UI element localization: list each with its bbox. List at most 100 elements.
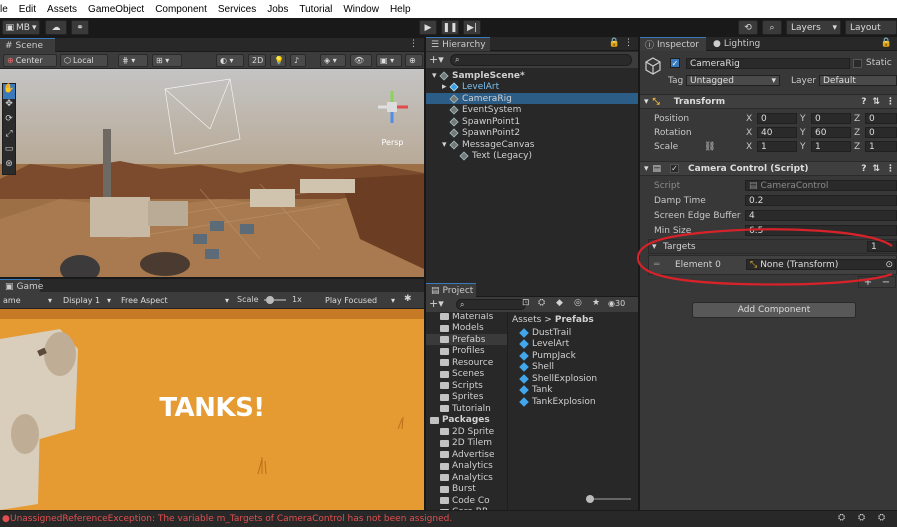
asset-item[interactable]: ShellExplosion [519, 373, 597, 384]
help-icon[interactable]: ? [861, 164, 866, 174]
package-item[interactable]: Burst [426, 484, 507, 495]
account-dropdown[interactable]: ▣ MB ▾ [2, 20, 40, 35]
scene-view[interactable]: ✋ ✥ ⟳ ⤢ ▭ ⊛ Persp [0, 69, 424, 277]
package-item[interactable]: Code Co [426, 495, 507, 506]
lighting-toggle[interactable]: 💡 [270, 54, 286, 67]
project-folder-item[interactable]: Tutorialn [426, 403, 507, 414]
help-icon[interactable]: ? [861, 97, 866, 107]
zoom-slider-thumb[interactable] [586, 495, 594, 503]
transform-rotation-x-field[interactable]: 40 [757, 127, 797, 138]
transform-rotation-y-field[interactable]: 60 [811, 127, 851, 138]
transform-position-x-field[interactable]: 0 [757, 113, 797, 124]
hierarchy-item[interactable]: Text (Legacy) [426, 151, 638, 162]
more-icon[interactable]: ⋮ [886, 164, 895, 174]
active-checkbox[interactable]: ✓ [670, 58, 680, 68]
cloud-button[interactable]: ☁ [45, 20, 67, 35]
package-item[interactable]: 2D Sprite [426, 426, 507, 437]
tab-project[interactable]: ▤ Project [426, 283, 476, 297]
project-search-input[interactable]: ⌕ [456, 299, 526, 310]
menu-edit[interactable]: Edit [19, 4, 36, 15]
visibility-icon[interactable]: ◎ [574, 298, 582, 308]
package-item[interactable]: Advertise [426, 449, 507, 460]
audio-toggle[interactable]: ♪ [290, 54, 306, 67]
transform-scale-x-field[interactable]: 1 [757, 141, 797, 152]
hierarchy-item[interactable]: SpawnPoint1 [426, 116, 638, 127]
hidden-count[interactable]: ◉30 [608, 299, 625, 308]
package-item[interactable]: 2D Tilem [426, 438, 507, 449]
project-folder-item[interactable]: Profiles [426, 346, 507, 357]
draw-mode-button[interactable]: ◐ ▾ [216, 54, 244, 67]
more-icon[interactable]: ⋮ [624, 38, 633, 48]
menu-window[interactable]: Window [343, 4, 379, 15]
tag-dropdown[interactable]: Untagged ▾ [686, 75, 780, 86]
project-folder-item[interactable]: Materials [426, 313, 507, 322]
menu-component[interactable]: Component [155, 4, 207, 15]
favorite-star-icon[interactable]: ★ [592, 298, 600, 308]
tab-game[interactable]: ▣ Game [0, 279, 43, 293]
asset-item[interactable]: Shell [519, 362, 554, 373]
asset-item[interactable]: DustTrail [519, 327, 571, 338]
search-by-label-icon[interactable]: ⛭ [538, 298, 545, 308]
project-folder-item[interactable]: Scripts [426, 380, 507, 391]
bug-report-icon[interactable]: ⛭ [838, 513, 845, 523]
screen-edge-buffer-field[interactable]: 4 [745, 210, 897, 221]
transform-scale-y-field[interactable]: 1 [811, 141, 851, 152]
lock-icon[interactable]: 🔒 [609, 38, 620, 48]
preset-icon[interactable]: ⇅ [872, 164, 880, 174]
project-folder-item[interactable]: Models [426, 323, 507, 334]
project-folder-item[interactable]: Sprites [426, 392, 507, 403]
hand-tool-icon[interactable]: ✋ [3, 84, 15, 99]
package-item[interactable]: Analytics [426, 461, 507, 472]
pivot-dropdown[interactable]: ⊕ Center [3, 54, 57, 67]
add-component-button[interactable]: Add Component [692, 302, 856, 318]
tab-hierarchy[interactable]: ☰ Hierarchy [426, 37, 490, 51]
damp-time-field[interactable]: 0.2 [745, 195, 897, 206]
menu-file[interactable]: le [0, 4, 8, 15]
move-tool-icon[interactable]: ✥ [3, 99, 15, 114]
step-button[interactable]: ▶| [463, 20, 481, 35]
scale-tool-icon[interactable]: ⤢ [3, 129, 15, 144]
transform-position-z-field[interactable]: 0 [865, 113, 897, 124]
layers-dropdown[interactable]: Layers ▾ [786, 20, 841, 35]
pause-button[interactable]: ❚❚ [441, 20, 459, 35]
asset-item[interactable]: LevelArt [519, 339, 569, 350]
more-icon[interactable]: ⋮ [409, 39, 418, 49]
projection-label[interactable]: Persp [370, 138, 415, 147]
breadcrumb-assets[interactable]: Assets [512, 315, 541, 325]
package-item[interactable]: Analytics [426, 472, 507, 483]
camera-control-component-header[interactable]: ▾ ▤ ✓ Camera Control (Script) ? ⇅ ⋮ [640, 161, 897, 176]
game-view[interactable]: TANKS! [0, 309, 424, 510]
bug-icon[interactable]: ✱ [404, 294, 412, 304]
menu-assets[interactable]: Assets [47, 4, 77, 15]
transform-tool-icon[interactable]: ⊛ [3, 159, 15, 174]
aspect-dropdown[interactable]: Free Aspect ▾ [118, 294, 232, 307]
hierarchy-item[interactable]: EventSystem [426, 105, 638, 116]
hierarchy-search-input[interactable]: ⌕ [450, 54, 632, 66]
orientation-gizmo[interactable]: Persp [370, 87, 415, 147]
rect-tool-icon[interactable]: ▭ [3, 144, 15, 159]
collab-button[interactable]: ⚭ [71, 20, 89, 35]
asset-item[interactable]: PumpJack [519, 350, 576, 361]
hierarchy-item[interactable]: ▸ LevelArt [426, 82, 638, 93]
scale-slider-thumb[interactable] [266, 296, 274, 304]
grid-snap-button[interactable]: ⋕ ▾ [118, 54, 148, 67]
camera-dropdown[interactable]: ▣ ▾ [376, 54, 402, 67]
menu-tutorial[interactable]: Tutorial [299, 4, 332, 15]
display-dropdown[interactable]: Display 1 ▾ [60, 294, 114, 307]
game-mode-dropdown[interactable]: ame ▾ [0, 294, 55, 307]
menu-jobs[interactable]: Jobs [267, 4, 288, 15]
space-dropdown[interactable]: ⬡ Local [60, 54, 108, 67]
hierarchy-item[interactable]: CameraRig [426, 93, 638, 104]
hierarchy-item[interactable]: SpawnPoint2 [426, 128, 638, 139]
menu-services[interactable]: Services [218, 4, 256, 15]
tab-scene[interactable]: # Scene [0, 38, 55, 52]
status-message[interactable]: UnassignedReferenceException: The variab… [10, 514, 452, 524]
layer-dropdown[interactable]: Default [819, 75, 897, 86]
hierarchy-item[interactable]: ▾ MessageCanvas [426, 139, 638, 150]
transform-scale-z-field[interactable]: 1 [865, 141, 897, 152]
search-by-type-icon[interactable]: ⊡ [522, 298, 530, 308]
cache-icon[interactable]: ⛭ [878, 513, 885, 523]
add-icon[interactable]: +▾ [429, 297, 444, 310]
project-folder-item[interactable]: Scenes [426, 369, 507, 380]
menu-help[interactable]: Help [390, 4, 411, 15]
